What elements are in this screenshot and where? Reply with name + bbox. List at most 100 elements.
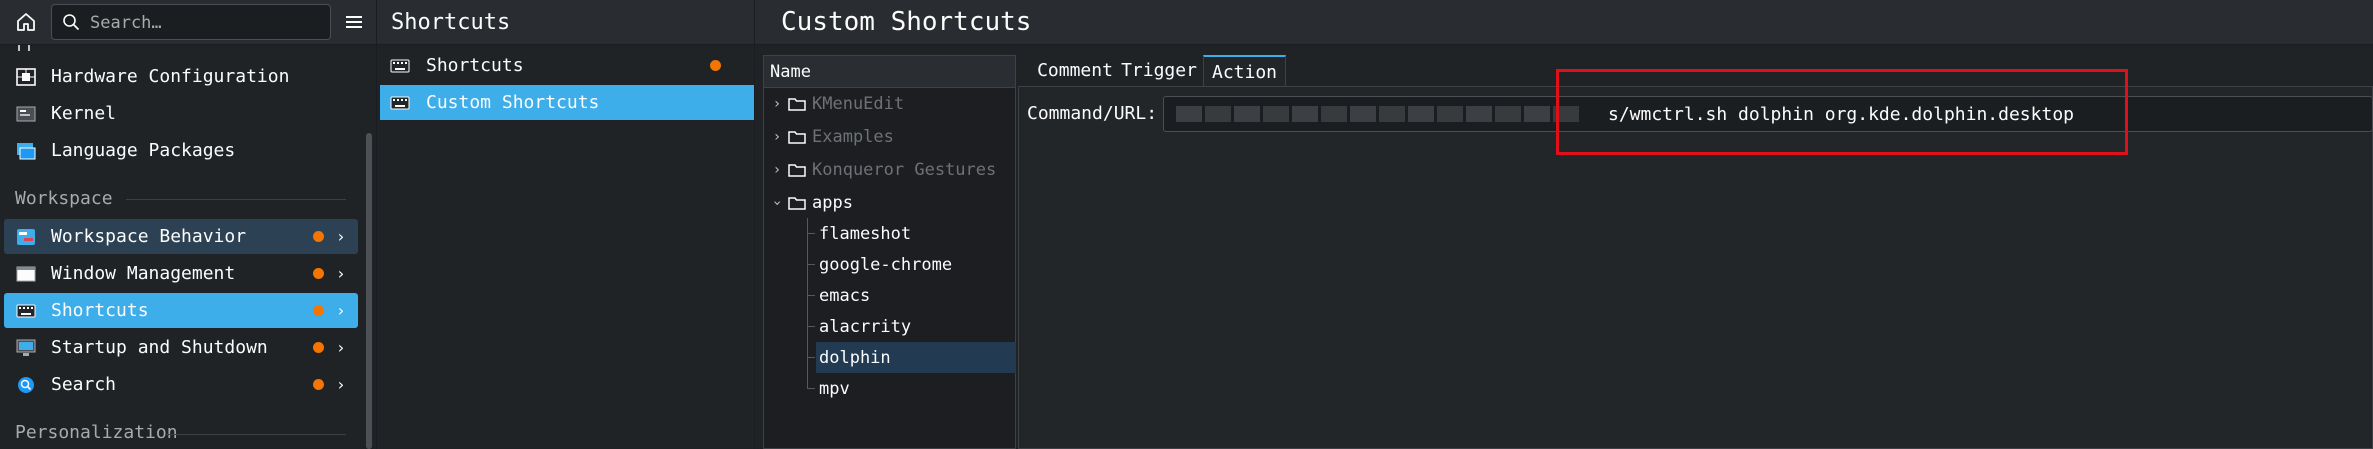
page-header: Custom Shortcuts: [755, 0, 2373, 45]
folder-icon: [788, 130, 806, 144]
page-title: Custom Shortcuts: [781, 7, 1032, 37]
tab-label: Comment: [1037, 60, 1113, 81]
tree-column-label: Name: [770, 61, 811, 82]
tree-group-apps[interactable]: › apps: [768, 187, 853, 218]
tab-comment[interactable]: Comment: [1021, 55, 1129, 86]
tree-group-label: KMenuEdit: [812, 93, 905, 114]
tab-action[interactable]: Action: [1203, 55, 1286, 88]
sidebar-scrollbar[interactable]: [366, 133, 372, 449]
window-management-icon: [15, 264, 37, 284]
language-packages-icon: [15, 141, 37, 161]
tree-item-alacrrity[interactable]: alacrrity: [807, 311, 1016, 342]
tree-group-kmenuedit[interactable]: › KMenuEdit: [768, 88, 904, 119]
tree-item-label: alacrrity: [819, 316, 912, 337]
chevron-right-icon: ›: [336, 338, 346, 357]
home-button[interactable]: [14, 10, 38, 34]
section-workspace: Workspace: [15, 188, 113, 209]
chevron-right-icon: ›: [336, 301, 346, 320]
hamburger-menu-icon: [346, 16, 362, 28]
tree-item-label: emacs: [819, 285, 871, 306]
tree-item-label: mpv: [819, 378, 850, 399]
sidebar-item-label: Workspace Behavior: [51, 226, 247, 247]
search-input[interactable]: [88, 9, 327, 37]
modified-badge: [313, 268, 324, 279]
modified-badge: [313, 305, 324, 316]
tree-group-examples[interactable]: › Examples: [768, 121, 894, 152]
collapse-arrow-icon[interactable]: ›: [769, 194, 785, 212]
tree-branch-tick: [807, 295, 815, 296]
chevron-right-icon: ›: [336, 264, 346, 283]
folder-icon: [788, 196, 806, 210]
search-field[interactable]: [51, 4, 331, 40]
folder-icon: [788, 97, 806, 111]
chevron-right-icon: ›: [336, 227, 346, 246]
search-module-icon: [15, 375, 37, 395]
expand-arrow-icon[interactable]: ›: [768, 96, 786, 112]
folder-icon: [788, 163, 806, 177]
kernel-icon: [15, 104, 37, 124]
sidebar-item-workspace-behavior[interactable]: Workspace Behavior ›: [4, 219, 358, 254]
section-personalization: Personalization: [15, 422, 178, 443]
keyboard-icon: [390, 57, 412, 75]
tree-group-konqueror-gestures[interactable]: › Konqueror Gestures: [768, 154, 996, 185]
modified-badge: [710, 60, 721, 71]
tab-trigger[interactable]: Trigger: [1115, 55, 1203, 86]
sidebar-item-window-management[interactable]: Window Management ›: [4, 256, 358, 291]
redacted-path: [1176, 106, 1606, 122]
tree-item-dolphin[interactable]: dolphin: [807, 342, 1016, 373]
tree-branch-line: [807, 373, 808, 389]
tree-group-label: Konqueror Gestures: [812, 159, 997, 180]
workspace-behavior-icon: [15, 227, 37, 247]
sidebar-item-label: Window Management: [51, 263, 236, 284]
tree-item-emacs[interactable]: emacs: [807, 280, 1016, 311]
tree-group-label: Examples: [812, 126, 894, 147]
startup-shutdown-icon: [15, 338, 37, 358]
command-url-label: Command/URL:: [1027, 103, 1158, 124]
list-item-custom-shortcuts[interactable]: Custom Shortcuts: [380, 85, 754, 120]
highlight-annotation-box: [1556, 69, 2128, 155]
sidebar-item-label: Hardware Configuration: [51, 66, 290, 87]
tree-branch-tick: [807, 388, 815, 389]
keyboard-icon: [390, 94, 412, 112]
keyboard-icon: [15, 301, 37, 321]
sidebar-item-search[interactable]: Search ›: [4, 367, 358, 402]
clipped-item-icon: [18, 45, 30, 51]
list-item-shortcuts[interactable]: Shortcuts: [380, 48, 754, 83]
tree-column-header[interactable]: Name: [764, 56, 1015, 88]
list-item-label: Custom Shortcuts: [426, 92, 600, 113]
sidebar-item-label: Shortcuts: [51, 300, 149, 321]
sidebar-item-shortcuts[interactable]: Shortcuts ›: [4, 293, 358, 328]
sidebar-list: Hardware Configuration Kernel Language P…: [0, 45, 376, 449]
modified-badge: [313, 231, 324, 242]
hardware-icon: [15, 67, 37, 87]
expand-arrow-icon[interactable]: ›: [768, 162, 786, 178]
section-divider: [126, 199, 346, 200]
expand-arrow-icon[interactable]: ›: [768, 129, 786, 145]
chevron-right-icon: ›: [336, 375, 346, 394]
middle-title: Shortcuts: [391, 9, 511, 35]
tab-label: Trigger: [1121, 60, 1197, 81]
tab-label: Action: [1211, 62, 1278, 83]
sidebar-item-hardware-configuration[interactable]: Hardware Configuration: [4, 59, 358, 94]
hamburger-menu-button[interactable]: [342, 10, 366, 34]
tree-item-mpv[interactable]: mpv: [807, 373, 1016, 404]
sidebar-item-label: Search: [51, 374, 117, 395]
tree-branch-tick: [807, 357, 815, 358]
sidebar-item-kernel[interactable]: Kernel: [4, 96, 358, 131]
tree-item-google-chrome[interactable]: google-chrome: [807, 249, 1016, 280]
middle-header: Shortcuts: [377, 0, 754, 45]
home-icon: [17, 13, 35, 31]
tree-item-flameshot[interactable]: flameshot: [807, 218, 1016, 249]
shortcut-tree[interactable]: Name › KMenuEdit › Examples › Konqueror …: [763, 55, 1016, 449]
modified-badge: [313, 379, 324, 390]
tree-branch-tick: [807, 233, 815, 234]
tree-item-label: flameshot: [819, 223, 912, 244]
sidebar-item-startup-and-shutdown[interactable]: Startup and Shutdown ›: [4, 330, 358, 365]
middle-list: Shortcuts Custom Shortcuts: [377, 45, 754, 449]
sidebar-item-label: Startup and Shutdown: [51, 337, 268, 358]
sidebar-item-language-packages[interactable]: Language Packages: [4, 133, 358, 168]
modified-badge: [313, 342, 324, 353]
list-item-label: Shortcuts: [426, 55, 524, 76]
sidebar-item-label: Kernel: [51, 103, 117, 124]
sidebar-item-label: Language Packages: [51, 140, 236, 161]
